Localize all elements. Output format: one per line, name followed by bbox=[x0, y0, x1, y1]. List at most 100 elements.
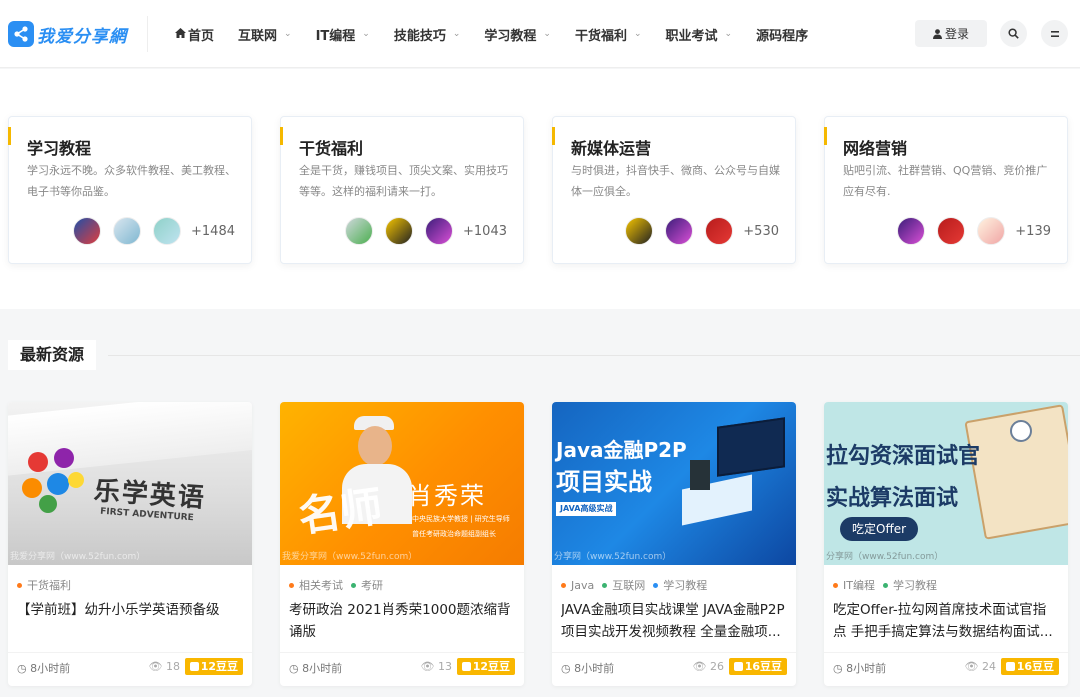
clock-icon: ◷ bbox=[833, 662, 843, 675]
post-card[interactable]: 乐学英语 FIRST ADVENTURE 我爱分享网（www.52fun.com… bbox=[8, 402, 252, 686]
tag-dot bbox=[17, 582, 22, 588]
nav-item-label: IT编程 bbox=[315, 28, 356, 44]
tag[interactable]: 学习教程 bbox=[653, 577, 707, 593]
avatar[interactable] bbox=[625, 217, 654, 245]
login-label: 登录 bbox=[944, 27, 969, 41]
clock-icon: ◷ bbox=[289, 662, 299, 675]
thumb-subtitle: 实战算法面试 bbox=[826, 486, 959, 511]
avatar[interactable] bbox=[385, 217, 414, 245]
coin-icon bbox=[189, 662, 199, 671]
nav-item-welfare[interactable]: 干货福利 ⌄ bbox=[575, 25, 642, 44]
user-icon bbox=[932, 28, 942, 39]
chevron-down-icon: ⌄ bbox=[452, 29, 461, 39]
nav-item-exams[interactable]: 职业考试 ⌄ bbox=[666, 25, 733, 44]
nav-item-internet[interactable]: 互联网 ⌄ bbox=[238, 25, 292, 44]
post-card[interactable]: 拉勾资深面试官 实战算法面试 吃定Offer 分享网（www.52fun.com… bbox=[824, 402, 1068, 686]
tag-label: 学习教程 bbox=[663, 579, 708, 592]
search-button[interactable] bbox=[1000, 20, 1027, 47]
post-title[interactable]: 【学前班】幼升小乐学英语预备级 bbox=[17, 599, 243, 621]
price-badge[interactable]: 16豆豆 bbox=[1000, 658, 1059, 675]
accent-bar bbox=[280, 127, 283, 145]
avatar[interactable] bbox=[113, 217, 142, 245]
tag[interactable]: 互联网 bbox=[602, 577, 645, 593]
avatar[interactable] bbox=[153, 217, 182, 245]
category-count: +139 bbox=[1015, 223, 1051, 239]
login-button[interactable]: 登录 bbox=[915, 20, 987, 47]
category-title: 学习教程 bbox=[27, 139, 92, 158]
share-icon bbox=[8, 21, 34, 47]
avatar[interactable] bbox=[345, 217, 374, 245]
tag[interactable]: Java bbox=[561, 577, 594, 593]
tag-dot bbox=[351, 582, 356, 588]
nav-item-tutorials[interactable]: 学习教程 ⌄ bbox=[484, 25, 551, 44]
post-thumbnail[interactable]: Java金融P2P 项目实战 JAVA高级实战 分享网（www.52fun.co… bbox=[552, 402, 796, 565]
tag-dot bbox=[833, 582, 838, 588]
post-meta: ◷ 8小时前 👁 24 16豆豆 bbox=[824, 652, 1068, 680]
nav-item-skills[interactable]: 技能技巧 ⌄ bbox=[394, 25, 461, 44]
accent-bar bbox=[552, 127, 555, 145]
post-time: ◷ 8小时前 bbox=[289, 660, 342, 676]
thumb-badge: JAVA高级实战 bbox=[556, 502, 617, 516]
category-count: +530 bbox=[743, 223, 779, 239]
tag[interactable]: 考研 bbox=[351, 577, 383, 593]
price-label: 16豆豆 bbox=[744, 660, 782, 673]
site-logo[interactable]: 我爱分享網 bbox=[8, 19, 127, 49]
tag-label: 学习教程 bbox=[892, 579, 937, 592]
search-icon bbox=[1008, 28, 1019, 39]
tag[interactable]: 学习教程 bbox=[882, 577, 937, 593]
post-meta: ◷ 8小时前 👁 18 12豆豆 bbox=[8, 652, 252, 680]
tag-label: 互联网 bbox=[612, 579, 646, 592]
post-card[interactable]: 肖秀荣 名师 中央民族大学教授 | 研究生导师 曾任考研政治命题组副组长 我爱分… bbox=[280, 402, 524, 686]
watermark: 我爱分享网（www.52fun.com） bbox=[282, 552, 418, 562]
tag-label: IT编程 bbox=[843, 579, 875, 592]
chevron-down-icon: ⌄ bbox=[724, 29, 733, 39]
post-meta: ◷ 8小时前 👁 26 16豆豆 bbox=[552, 652, 796, 680]
price-badge[interactable]: 12豆豆 bbox=[456, 658, 515, 675]
price-badge[interactable]: 16豆豆 bbox=[728, 658, 787, 675]
thumb-title: 肖秀荣 bbox=[408, 482, 486, 510]
nav-item-label: 首页 bbox=[188, 28, 215, 44]
eye-icon: 👁 bbox=[964, 660, 979, 673]
category-card[interactable]: 学习教程 学习永远不晚。众多软件教程、美工教程、电子书等你品鉴。 +1484 bbox=[8, 116, 252, 264]
nav-item-home[interactable]: 首页 bbox=[175, 25, 214, 44]
nav-item-source[interactable]: 源码程序 bbox=[756, 25, 808, 44]
category-desc: 学习永远不晚。众多软件教程、美工教程、电子书等你品鉴。 bbox=[27, 164, 236, 198]
price-label: 12豆豆 bbox=[200, 660, 238, 673]
category-card[interactable]: 网络营销 贴吧引流、社群营销、QQ营销、竞价推广应有尽有. +139 bbox=[824, 116, 1068, 264]
tag-label: 相关考试 bbox=[299, 579, 343, 592]
price-badge[interactable]: 12豆豆 bbox=[184, 658, 243, 675]
post-card[interactable]: Java金融P2P 项目实战 JAVA高级实战 分享网（www.52fun.co… bbox=[552, 402, 796, 686]
avatar[interactable] bbox=[665, 217, 694, 245]
tag-dot bbox=[882, 582, 888, 588]
coin-icon bbox=[733, 662, 743, 671]
avatar[interactable] bbox=[937, 217, 966, 245]
avatar[interactable] bbox=[425, 217, 454, 245]
menu-button[interactable] bbox=[1041, 20, 1068, 47]
avatar[interactable] bbox=[977, 217, 1006, 245]
category-card[interactable]: 干货福利 全是干货，赚钱项目、顶尖文案、实用技巧等等。这样的福利请来一打。 +1… bbox=[280, 116, 524, 264]
nav-item-label: 技能技巧 bbox=[393, 28, 446, 44]
post-thumbnail[interactable]: 肖秀荣 名师 中央民族大学教授 | 研究生导师 曾任考研政治命题组副组长 我爱分… bbox=[280, 402, 524, 565]
post-title[interactable]: 考研政治 2021肖秀荣1000题浓缩背诵版 bbox=[289, 599, 515, 643]
avatar-shape bbox=[1010, 420, 1032, 442]
nav-item-it[interactable]: IT编程 ⌄ bbox=[316, 25, 370, 44]
avatar[interactable] bbox=[897, 217, 926, 245]
post-thumbnail[interactable]: 乐学英语 FIRST ADVENTURE 我爱分享网（www.52fun.com… bbox=[8, 402, 252, 565]
avatar[interactable] bbox=[73, 217, 102, 245]
post-tags: Java 互联网 学习教程 bbox=[561, 577, 715, 593]
post-thumbnail[interactable]: 拉勾资深面试官 实战算法面试 吃定Offer 分享网（www.52fun.com… bbox=[824, 402, 1068, 565]
post-views: 👁 13 bbox=[421, 660, 452, 673]
post-title[interactable]: JAVA金融项目实战课堂 JAVA金融P2P项目实战开发视频教程 全量金融项..… bbox=[561, 599, 787, 643]
eye-icon: 👁 bbox=[148, 660, 163, 673]
category-count: +1484 bbox=[191, 223, 235, 239]
post-time: ◷ 8小时前 bbox=[17, 660, 70, 676]
post-title[interactable]: 吃定Offer-拉勾网首席技术面试官指点 手把手搞定算法与数据结构面试... bbox=[833, 599, 1059, 643]
thumb-title: 拉勾资深面试官 bbox=[826, 444, 981, 469]
tag[interactable]: IT编程 bbox=[833, 577, 875, 593]
nav-item-label: 干货福利 bbox=[574, 28, 627, 44]
category-card[interactable]: 新媒体运营 与时俱进，抖音快手、微商、公众号与自媒体一应俱全。 +530 bbox=[552, 116, 796, 264]
tag[interactable]: 相关考试 bbox=[289, 577, 343, 593]
tag[interactable]: 干货福利 bbox=[17, 577, 71, 593]
avatar[interactable] bbox=[705, 217, 734, 245]
thumb-title: Java金融P2P bbox=[556, 438, 687, 462]
